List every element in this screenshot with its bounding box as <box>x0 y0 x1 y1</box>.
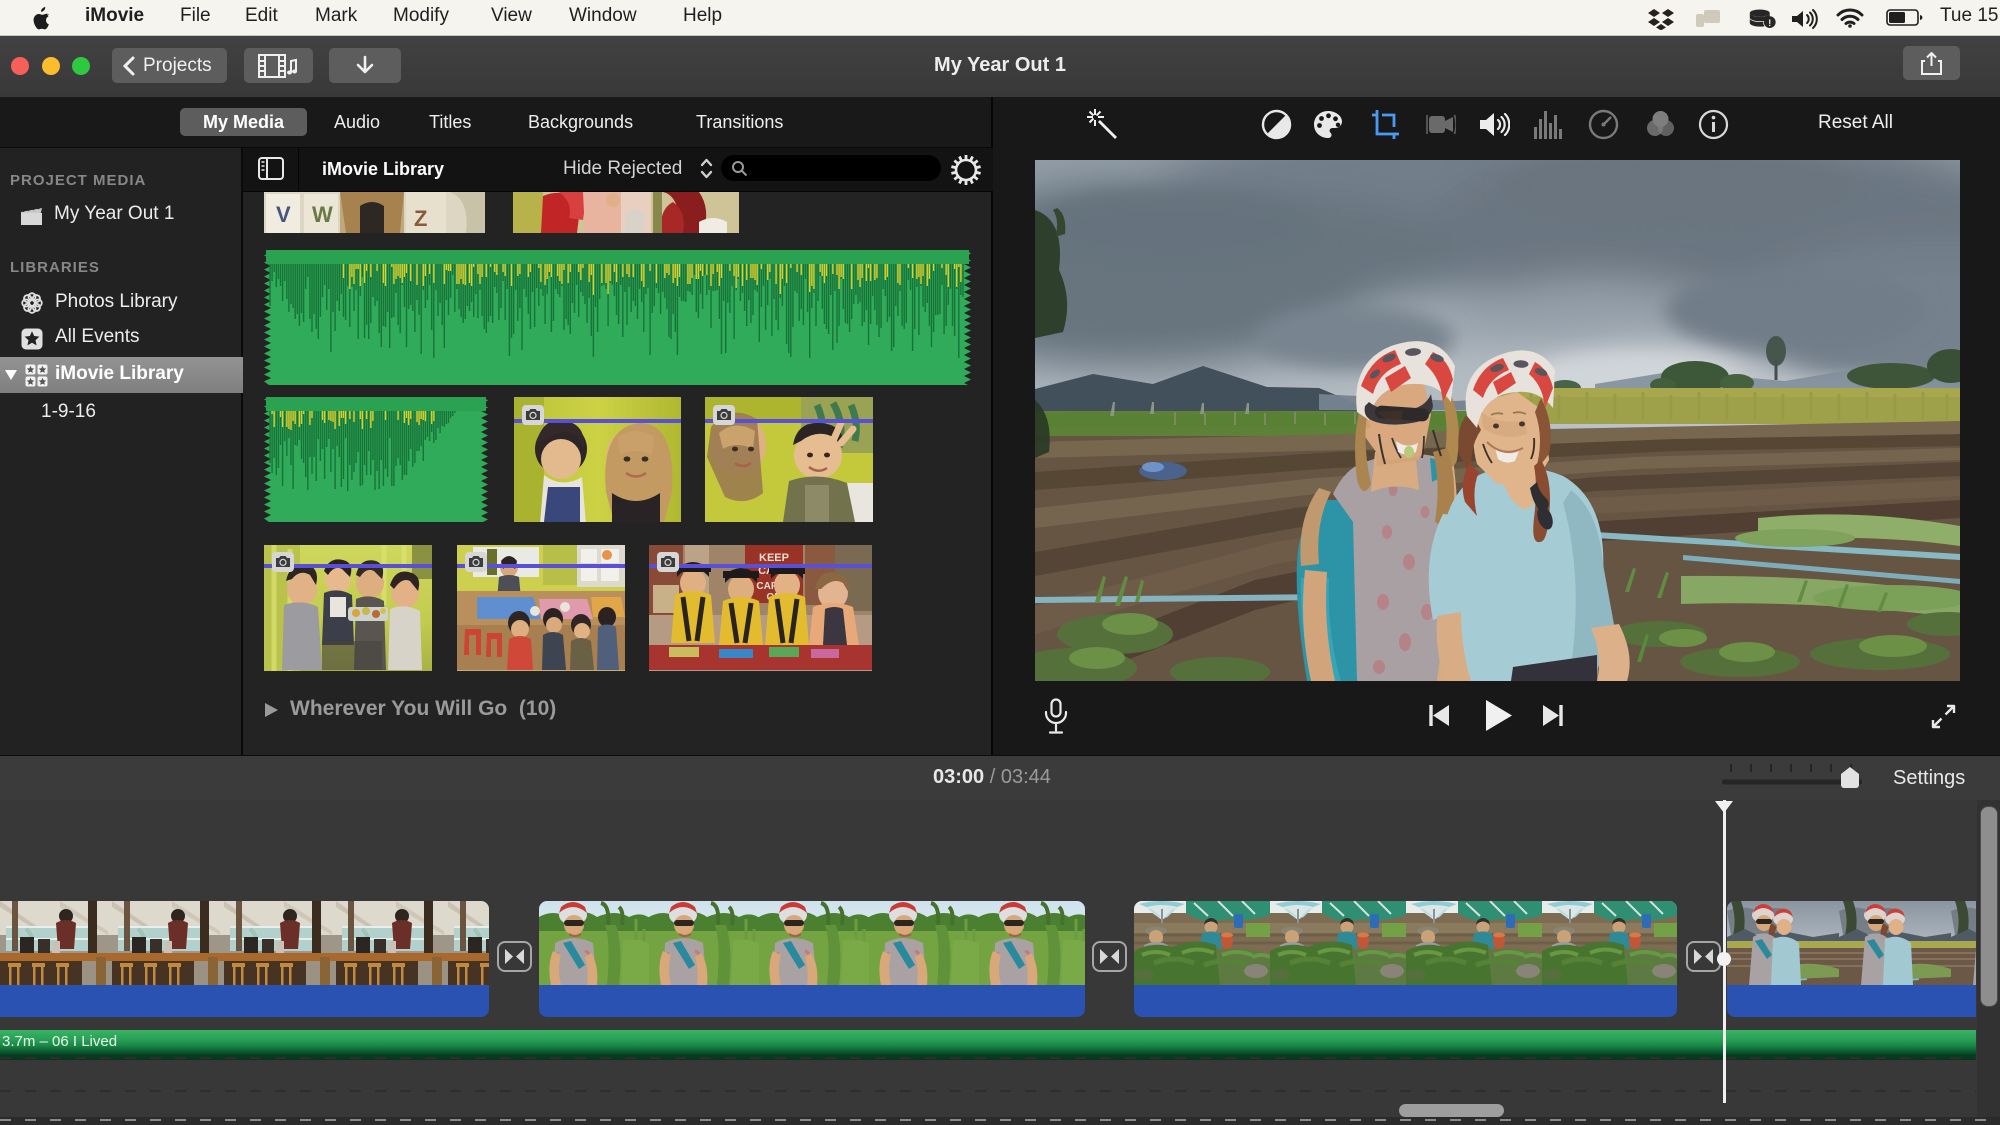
svg-text:W: W <box>312 202 333 227</box>
svg-text:Z: Z <box>414 206 427 231</box>
svg-text:!: ! <box>1768 18 1771 28</box>
svg-text:KEEP: KEEP <box>759 552 789 564</box>
svg-text:V: V <box>276 202 291 227</box>
